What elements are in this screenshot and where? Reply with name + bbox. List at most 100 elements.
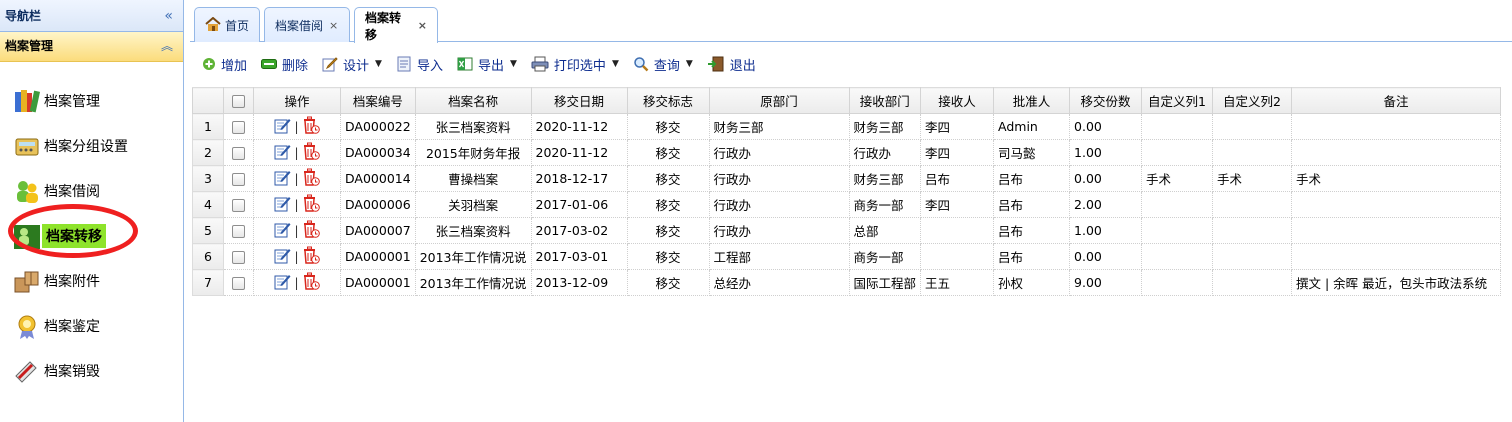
row-actions: | bbox=[253, 165, 341, 192]
cell-custom-2 bbox=[1212, 243, 1293, 270]
tab-transfer[interactable]: 档案转移 × bbox=[354, 7, 438, 43]
sidebar-item-borrow[interactable]: 档案借阅 bbox=[0, 168, 183, 213]
col-header[interactable]: 接收部门 bbox=[848, 87, 922, 114]
panel-header[interactable]: 档案管理 ︽ bbox=[0, 32, 183, 62]
edit-icon[interactable] bbox=[274, 273, 291, 293]
table-row[interactable]: 2 | DA000034 2015年财务年报 2020-11-12 移交 行政办… bbox=[192, 139, 1502, 166]
col-header[interactable]: 接收人 bbox=[920, 87, 995, 114]
row-checkbox[interactable] bbox=[223, 269, 254, 296]
cell-archive-id: DA000001 bbox=[340, 243, 416, 270]
row-checkbox[interactable] bbox=[223, 113, 254, 140]
exit-button[interactable]: 退出 bbox=[707, 55, 756, 74]
print-selected-button[interactable]: 打印选中 ▼ bbox=[531, 55, 619, 74]
cell-copies: 2.00 bbox=[1069, 191, 1143, 218]
cell-to-dept: 总部 bbox=[848, 217, 922, 244]
add-label: 增加 bbox=[221, 58, 248, 74]
delete-icon[interactable] bbox=[302, 272, 320, 293]
cell-archive-name: 张三档案资料 bbox=[414, 217, 532, 244]
sidebar-item-attachments[interactable]: 档案附件 bbox=[0, 258, 183, 303]
delete-label: 删除 bbox=[282, 58, 309, 74]
sidebar-item-label: 档案转移 bbox=[42, 223, 106, 248]
row-checkbox[interactable] bbox=[223, 165, 254, 192]
tab-label: 档案借阅 bbox=[275, 18, 324, 33]
export-button[interactable]: 导出 ▼ bbox=[457, 55, 517, 74]
cell-approver: 吕布 bbox=[993, 217, 1071, 244]
edit-icon[interactable] bbox=[274, 143, 291, 163]
query-button[interactable]: 查询 ▼ bbox=[633, 55, 693, 74]
add-button[interactable]: 增加 bbox=[202, 55, 247, 74]
sidebar-item-group-settings[interactable]: 档案分组设置 bbox=[0, 123, 183, 168]
cell-from-dept: 行政办 bbox=[708, 139, 850, 166]
sidebar-item-appraisal[interactable]: 档案鉴定 bbox=[0, 303, 183, 348]
col-header[interactable]: 批准人 bbox=[993, 87, 1071, 114]
import-button[interactable]: 导入 bbox=[396, 55, 443, 74]
delete-icon[interactable] bbox=[302, 220, 320, 241]
collapse-sidebar-icon[interactable]: « bbox=[164, 0, 173, 32]
cell-from-dept: 行政办 bbox=[708, 191, 850, 218]
delete-icon[interactable] bbox=[302, 116, 320, 137]
edit-icon bbox=[322, 57, 338, 72]
col-header[interactable]: 操作 bbox=[253, 87, 341, 114]
edit-icon[interactable] bbox=[274, 117, 291, 137]
col-header[interactable]: 自定义列2 bbox=[1212, 87, 1293, 114]
cell-receiver: 李四 bbox=[920, 139, 995, 166]
table-row[interactable]: 7 | DA000001 2013年工作情况说 2013-12-09 移交 总经… bbox=[192, 269, 1502, 296]
delete-icon[interactable] bbox=[302, 168, 320, 189]
delete-button[interactable]: 删除 bbox=[261, 55, 308, 74]
delete-icon[interactable] bbox=[302, 246, 320, 267]
sidebar-item-transfer[interactable]: 档案转移 bbox=[0, 213, 183, 258]
design-button[interactable]: 设计 ▼ bbox=[322, 55, 382, 74]
collapse-panel-icon[interactable]: ︽ bbox=[161, 32, 173, 60]
row-actions: | bbox=[253, 217, 341, 244]
col-header[interactable]: 自定义列1 bbox=[1141, 87, 1214, 114]
cell-custom-1 bbox=[1141, 269, 1214, 296]
search-icon bbox=[634, 57, 649, 72]
tab-home[interactable]: 首页 bbox=[194, 7, 260, 42]
main-area: 首页 档案借阅 × 档案转移 × 增加 删除 设计 ▼ 导入 导出 ▼ 打印选中… bbox=[190, 0, 1512, 422]
delete-icon[interactable] bbox=[302, 194, 320, 215]
cell-archive-id: DA000022 bbox=[340, 113, 416, 140]
row-checkbox[interactable] bbox=[223, 139, 254, 166]
col-header[interactable]: 备注 bbox=[1291, 87, 1502, 114]
cell-copies: 0.00 bbox=[1069, 165, 1143, 192]
cell-archive-id: DA000007 bbox=[340, 217, 416, 244]
edit-icon[interactable] bbox=[274, 169, 291, 189]
close-icon[interactable]: × bbox=[418, 19, 427, 32]
import-label: 导入 bbox=[416, 58, 443, 74]
cell-approver: 吕布 bbox=[993, 191, 1071, 218]
delete-icon[interactable] bbox=[302, 142, 320, 163]
select-all-checkbox[interactable] bbox=[223, 87, 254, 114]
edit-icon[interactable] bbox=[274, 195, 291, 215]
edit-icon[interactable] bbox=[274, 221, 291, 241]
action-separator: | bbox=[294, 275, 299, 290]
edit-icon[interactable] bbox=[274, 247, 291, 267]
cell-note bbox=[1291, 243, 1502, 270]
table-row[interactable]: 6 | DA000001 2013年工作情况说 2017-03-01 移交 工程… bbox=[192, 243, 1502, 270]
col-header[interactable]: 移交日期 bbox=[530, 87, 628, 114]
design-label: 设计 bbox=[343, 58, 370, 74]
tab-borrow[interactable]: 档案借阅 × bbox=[264, 7, 350, 42]
col-header[interactable]: 档案名称 bbox=[414, 87, 532, 114]
cell-receiver: 李四 bbox=[920, 113, 995, 140]
col-header[interactable]: 档案编号 bbox=[340, 87, 416, 114]
col-header[interactable]: 移交份数 bbox=[1069, 87, 1143, 114]
col-header[interactable]: 原部门 bbox=[708, 87, 850, 114]
cell-custom-2 bbox=[1212, 269, 1293, 296]
cell-custom-2 bbox=[1212, 191, 1293, 218]
cell-to-dept: 财务三部 bbox=[848, 113, 922, 140]
sidebar-item-archive-management[interactable]: 档案管理 bbox=[0, 78, 183, 123]
sidebar-item-destroy[interactable]: 档案销毁 bbox=[0, 348, 183, 393]
cell-copies: 0.00 bbox=[1069, 113, 1143, 140]
cell-from-dept: 行政办 bbox=[708, 217, 850, 244]
close-icon[interactable]: × bbox=[329, 19, 338, 32]
cell-transfer-date: 2017-01-06 bbox=[530, 191, 628, 218]
table-row[interactable]: 3 | DA000014 曹操档案 2018-12-17 移交 行政办 财务三部… bbox=[192, 165, 1502, 192]
table-row[interactable]: 5 | DA000007 张三档案资料 2017-03-02 移交 行政办 总部… bbox=[192, 217, 1502, 244]
table-row[interactable]: 4 | DA000006 关羽档案 2017-01-06 移交 行政办 商务一部… bbox=[192, 191, 1502, 218]
row-checkbox[interactable] bbox=[223, 217, 254, 244]
row-checkbox[interactable] bbox=[223, 191, 254, 218]
row-checkbox[interactable] bbox=[223, 243, 254, 270]
table-row[interactable]: 1 | DA000022 张三档案资料 2020-11-12 移交 财务三部 财… bbox=[192, 113, 1502, 140]
col-header[interactable]: 移交标志 bbox=[626, 87, 710, 114]
cell-transfer-flag: 移交 bbox=[626, 165, 710, 192]
